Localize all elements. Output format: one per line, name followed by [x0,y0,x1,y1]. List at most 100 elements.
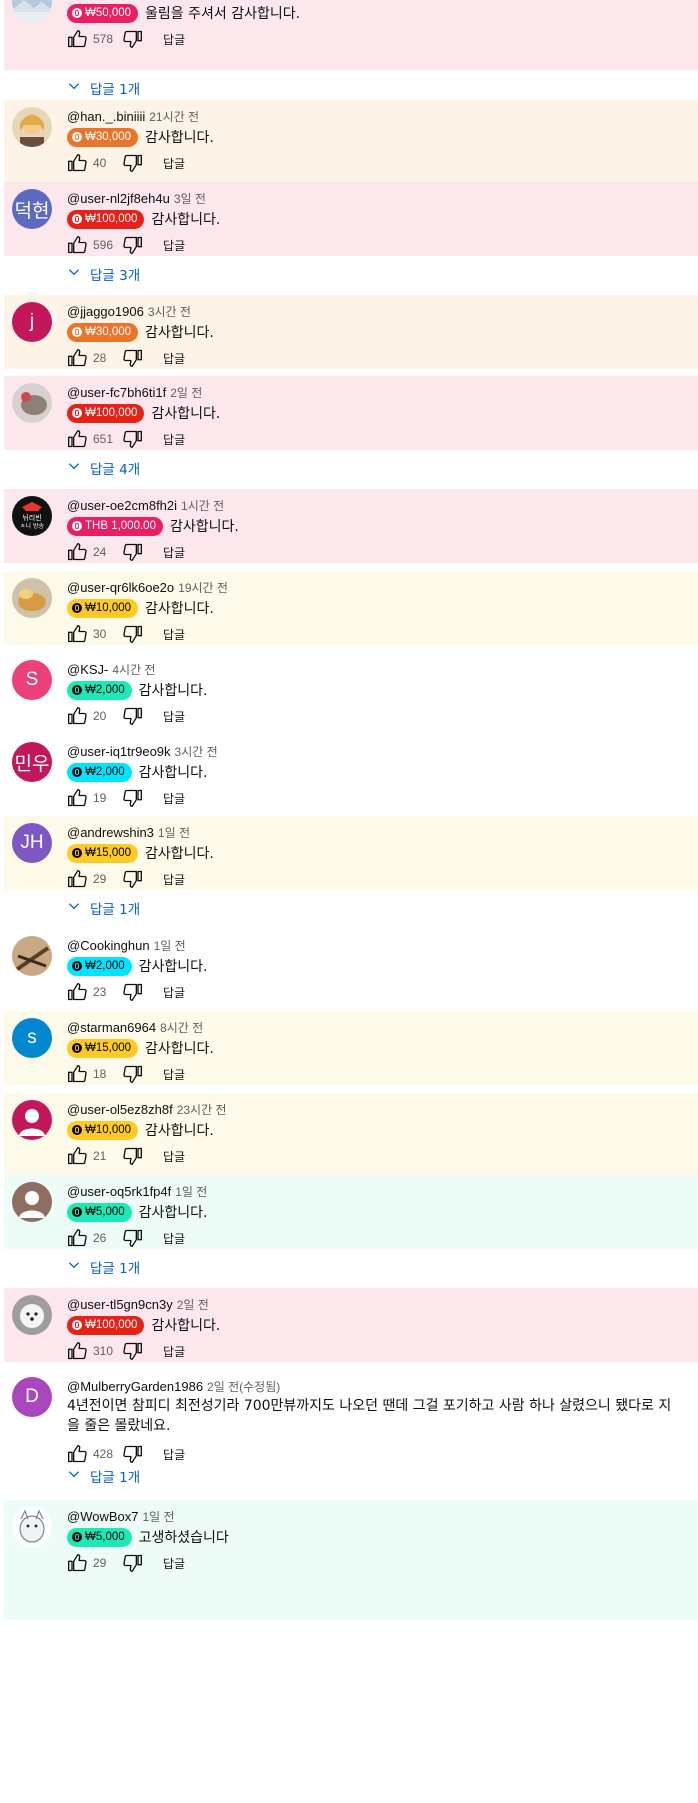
avatar[interactable]: 덕현 [12,189,52,229]
view-replies-button[interactable]: 답글 1개 [4,1249,698,1284]
like-icon[interactable] [67,29,87,49]
dislike-icon[interactable] [123,348,143,368]
reply-button[interactable]: 답글 [163,790,185,807]
landscape-avatar-icon[interactable] [12,0,52,22]
dislike-icon[interactable] [123,1064,143,1084]
like-icon[interactable] [67,1064,87,1084]
comment-timestamp[interactable]: 1일 전 [142,1510,174,1524]
default-user-avatar-icon[interactable] [12,1182,52,1222]
like-icon[interactable] [67,982,87,1002]
comment-author[interactable]: @user-ol5ez8zh8f [67,1102,173,1117]
comment-timestamp[interactable]: 3일 전 [174,192,206,206]
comment-timestamp[interactable]: 4시간 전 [112,663,155,677]
reply-button[interactable]: 답글 [163,1555,185,1572]
dislike-icon[interactable] [123,235,143,255]
like-icon[interactable] [67,1341,87,1361]
avatar[interactable]: j [12,302,52,342]
like-icon[interactable] [67,869,87,889]
comment-timestamp[interactable]: 3시간 전 [175,745,218,759]
reply-button[interactable]: 답글 [163,1343,185,1360]
like-icon[interactable] [67,1553,87,1573]
dislike-icon[interactable] [123,706,143,726]
comment-timestamp[interactable]: 1일 전 [158,826,190,840]
comment-author[interactable]: @user-qr6lk6oe2o [67,580,174,595]
cartoon-avatar-icon[interactable] [12,1507,52,1547]
like-icon[interactable] [67,235,87,255]
reply-button[interactable]: 답글 [163,1148,185,1165]
reply-button[interactable]: 답글 [163,31,185,48]
reply-button[interactable]: 답글 [163,350,185,367]
dislike-icon[interactable] [123,542,143,562]
default-user-avatar-icon[interactable] [12,1100,52,1140]
reply-button[interactable]: 답글 [163,544,185,561]
reply-button[interactable]: 답글 [163,626,185,643]
avatar[interactable]: S [12,660,52,700]
comment-author[interactable]: @user-tl5gn9cn3y [67,1297,173,1312]
like-icon[interactable] [67,542,87,562]
avatar[interactable]: s [12,1018,52,1058]
like-icon[interactable] [67,429,87,449]
dislike-icon[interactable] [123,1341,143,1361]
comment-author[interactable]: @user-fc7bh6ti1f [67,385,166,400]
comment-author[interactable]: @user-iq1tr9eo9k [67,744,171,759]
dislike-icon[interactable] [123,982,143,1002]
comment-timestamp[interactable]: 2일 전(수정됨) [207,1380,280,1394]
reply-button[interactable]: 답글 [163,155,185,172]
comment-author[interactable]: @user-oq5rk1fp4f [67,1184,171,1199]
comment-author[interactable]: @WowBox7 [67,1509,138,1524]
comment-timestamp[interactable]: 1일 전 [175,1185,207,1199]
comment-timestamp[interactable]: 2일 전 [177,1298,209,1312]
like-icon[interactable] [67,153,87,173]
comment-timestamp[interactable]: 1시간 전 [181,499,224,513]
comment-timestamp[interactable]: 21시간 전 [149,110,199,124]
avatar[interactable]: JH [12,823,52,863]
comment-timestamp[interactable]: 23시간 전 [177,1103,227,1117]
like-icon[interactable] [67,706,87,726]
like-icon[interactable] [67,624,87,644]
dislike-icon[interactable] [123,1146,143,1166]
dislike-icon[interactable] [123,788,143,808]
comment-author[interactable]: @starman6964 [67,1020,156,1035]
reply-button[interactable]: 답글 [163,984,185,1001]
dislike-icon[interactable] [123,1553,143,1573]
person-photo-avatar-icon[interactable] [12,107,52,147]
like-icon[interactable] [67,348,87,368]
dog-photo-avatar-icon[interactable] [12,1295,52,1335]
comment-timestamp[interactable]: 1일 전 [154,939,186,953]
reply-button[interactable]: 답글 [163,431,185,448]
comment-author[interactable]: @MulberryGarden1986 [67,1379,203,1394]
comment-author[interactable]: @jjaggo1906 [67,304,144,319]
comment-timestamp[interactable]: 2일 전 [170,386,202,400]
cooking-photo-avatar-icon[interactable] [12,936,52,976]
food-photo-avatar-icon[interactable] [12,578,52,618]
photo-avatar-icon[interactable] [12,383,52,423]
dislike-icon[interactable] [123,29,143,49]
comment-author[interactable]: @user-nl2jf8eh4u [67,191,170,206]
reply-button[interactable]: 답글 [163,1066,185,1083]
dislike-icon[interactable] [123,1228,143,1248]
reply-button[interactable]: 답글 [163,1230,185,1247]
comment-timestamp[interactable]: 8시간 전 [160,1021,203,1035]
like-icon[interactable] [67,1146,87,1166]
reply-button[interactable]: 답글 [163,237,185,254]
dislike-icon[interactable] [123,624,143,644]
reply-button[interactable]: 답글 [163,871,185,888]
comment-author[interactable]: @andrewshin3 [67,825,154,840]
like-icon[interactable] [67,788,87,808]
view-replies-button[interactable]: 답글 3개 [4,256,698,291]
avatar[interactable]: 민우 [12,742,52,782]
reply-button[interactable]: 답글 [163,708,185,725]
dislike-icon[interactable] [123,153,143,173]
dislike-icon[interactable] [123,429,143,449]
view-replies-button[interactable]: 답글 1개 [4,890,698,925]
comment-author[interactable]: @KSJ- [67,662,108,677]
view-replies-button[interactable]: 답글 1개 [4,1458,698,1493]
comment-timestamp[interactable]: 19시간 전 [178,581,228,595]
comment-author[interactable]: @Cookinghun [67,938,150,953]
comment-timestamp[interactable]: 3시간 전 [148,305,191,319]
channel-logo-avatar-icon[interactable]: 뉘리빈 ㅈ니 방송 [12,496,52,536]
like-icon[interactable] [67,1228,87,1248]
comment-author[interactable]: @user-oe2cm8fh2i [67,498,177,513]
avatar[interactable]: D [12,1377,52,1417]
dislike-icon[interactable] [123,869,143,889]
